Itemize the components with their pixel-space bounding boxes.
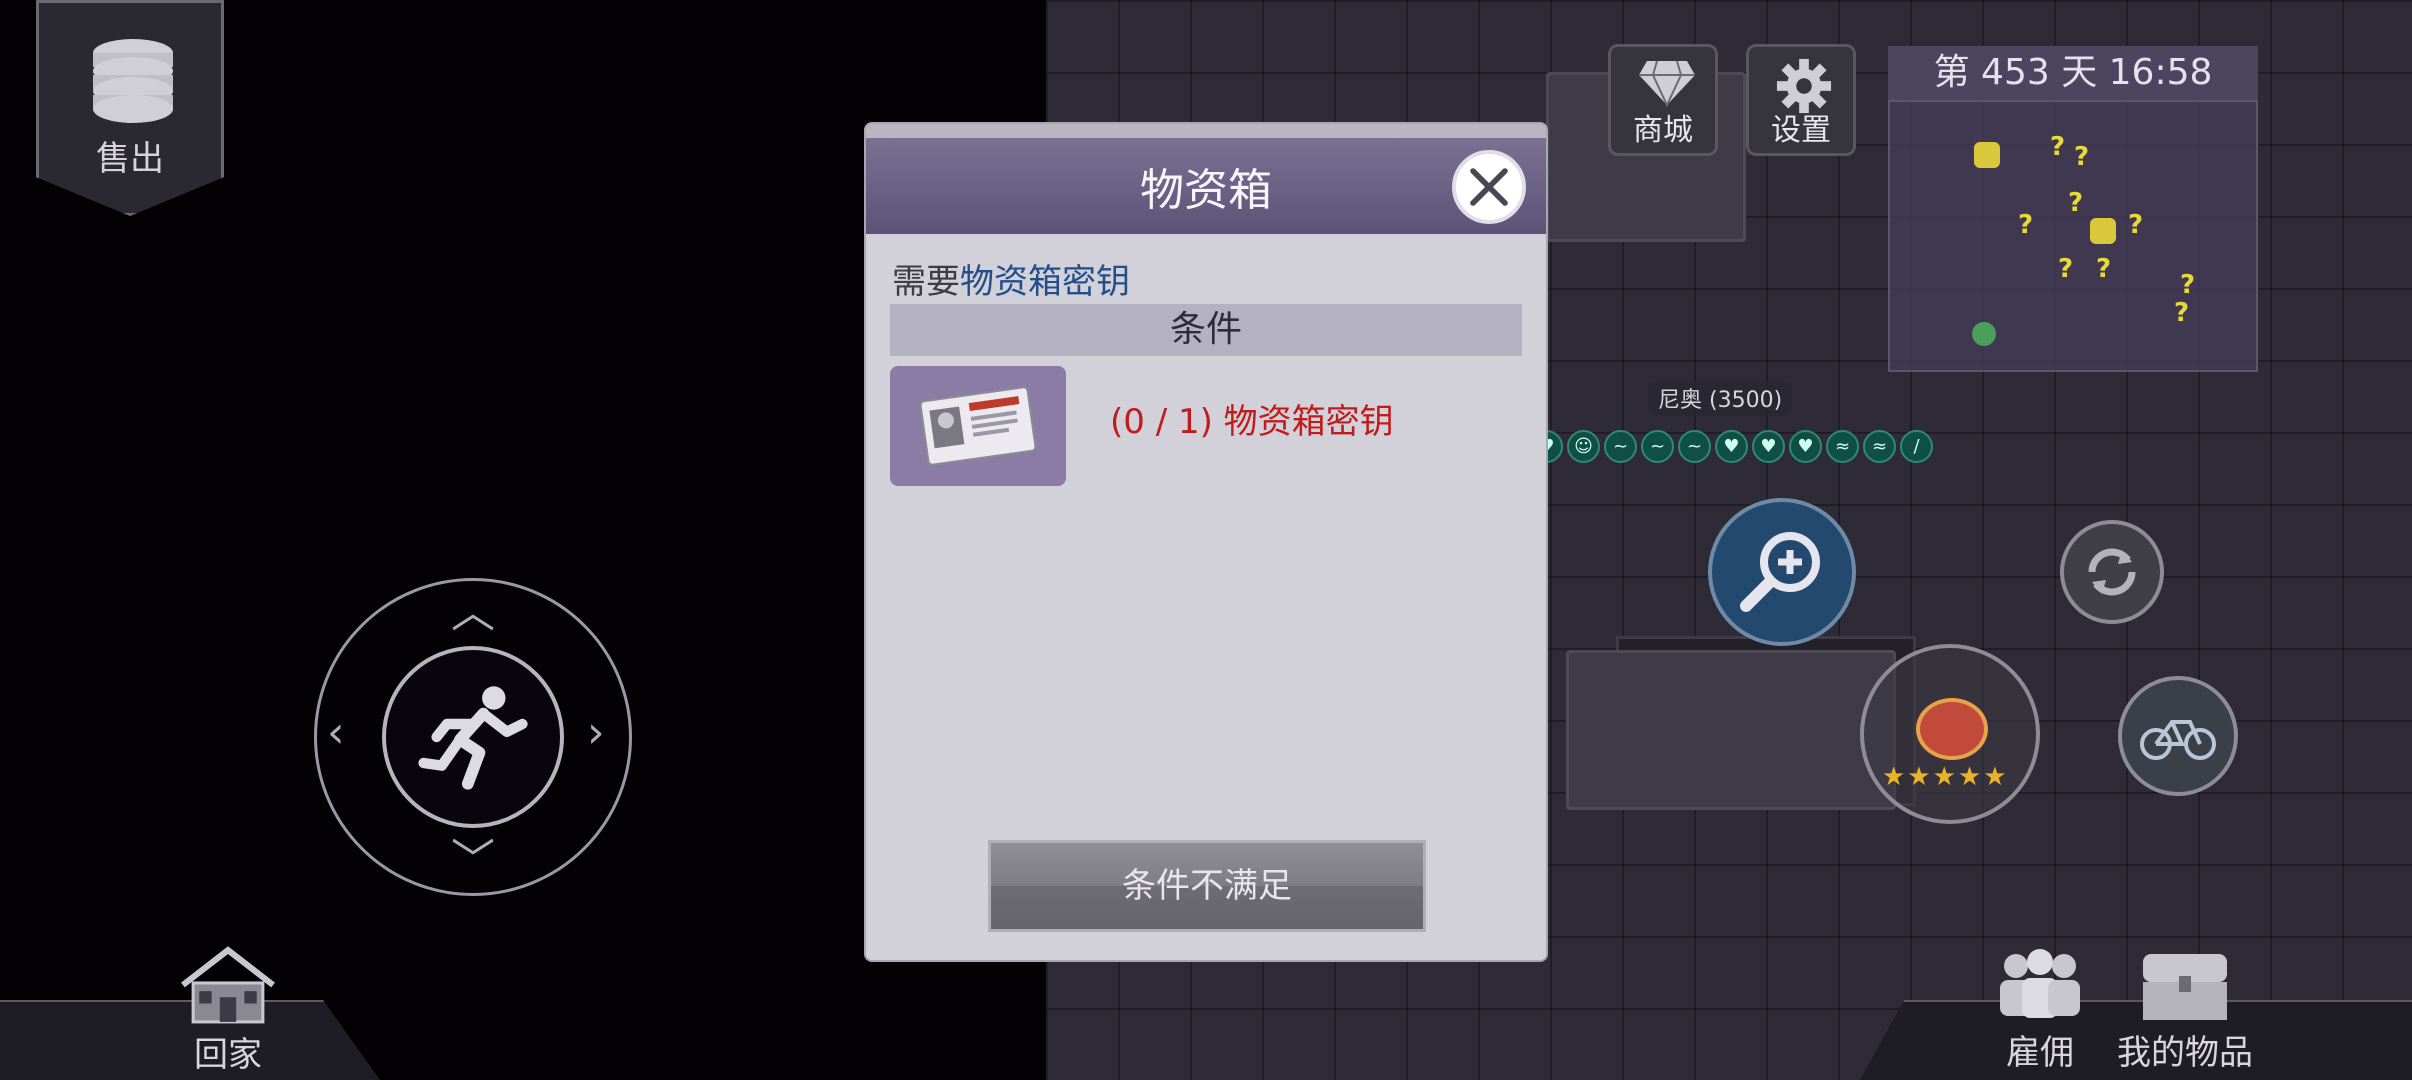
arrow-left-icon: ‹ [327, 707, 345, 758]
quest-marker-icon: ? [2128, 210, 2144, 240]
heart-icon: ♥ [1715, 430, 1748, 463]
settings-label: 设置 [1771, 113, 1831, 148]
status-effect-icon: ≈ [1863, 430, 1896, 463]
people-group-icon [2000, 949, 2080, 1018]
conditions-header: 条件 [890, 304, 1522, 356]
swap-button[interactable] [2060, 520, 2164, 624]
home-label: 回家 [194, 1035, 262, 1075]
weapon-item-icon [1916, 698, 1988, 760]
my-items-button[interactable]: 我的物品 [2110, 944, 2260, 1074]
chest-icon [2143, 954, 2227, 1020]
requirement-text: 需要物资箱密钥 [892, 254, 1130, 303]
status-effect-icon: / [1900, 430, 1933, 463]
home-button[interactable]: 回家 [168, 944, 288, 1076]
diamond-icon [1639, 60, 1695, 107]
quest-marker-icon: ? [2058, 254, 2074, 284]
shop-label: 商城 [1633, 113, 1693, 148]
status-effect-icon: ~ [1604, 430, 1637, 463]
running-man-icon [418, 686, 528, 790]
quest-marker-icon: ? [2018, 210, 2034, 240]
quest-marker-icon: ? [2074, 142, 2090, 172]
required-item-slot[interactable] [890, 366, 1066, 486]
puzzle-icon [1974, 142, 2000, 168]
sell-button[interactable]: 售出 [36, 0, 224, 216]
status-effect-icon: ~ [1678, 430, 1711, 463]
supply-box-dialog: 物资箱 需要物资箱密钥 条件 (0 / 1) 物资箱密钥 条件不满足 [866, 124, 1546, 960]
shop-button[interactable]: 商城 [1608, 44, 1718, 156]
quest-marker-icon: ? [2068, 188, 2084, 218]
status-effect-icon: ☺ [1567, 430, 1600, 463]
conditions-not-met-button[interactable]: 条件不满足 [988, 840, 1426, 932]
status-effect-row: ♥ ☺ ~ ~ ~ ♥ ♥ ♥ ≈ ≈ / [1530, 430, 1933, 464]
arrow-right-icon: › [587, 707, 605, 758]
quest-marker-icon: ? [2174, 298, 2190, 328]
coin-stack-icon [93, 39, 173, 123]
minimap[interactable]: ? ? ? ? ? ? ? ? ? [1888, 100, 2258, 372]
rating-stars-icon: ★★★★★ [1882, 762, 2009, 792]
status-effect-icon: ~ [1641, 430, 1674, 463]
status-effect-icon: ≈ [1826, 430, 1859, 463]
puzzle-icon [2090, 218, 2116, 244]
quest-marker-icon: ? [2050, 132, 2066, 162]
item-requirement-status: (0 / 1) 物资箱密钥 [1110, 402, 1394, 442]
requirement-item-link[interactable]: 物资箱密钥 [960, 262, 1130, 302]
day-time-display: 第 453 天 16:58 [1888, 46, 2258, 100]
refresh-icon [2088, 548, 2136, 596]
arrow-down-icon: ﹀ [451, 835, 495, 886]
quest-marker-icon: ? [2096, 254, 2112, 284]
quest-marker-icon: ? [2180, 270, 2196, 300]
close-button[interactable] [1452, 150, 1526, 224]
weapon-slot[interactable]: ★★★★★ [1860, 644, 2040, 824]
magnifier-plus-icon [1740, 532, 1820, 612]
id-card-icon [919, 386, 1037, 466]
hire-label: 雇佣 [2006, 1033, 2074, 1073]
requirement-prefix: 需要 [892, 262, 960, 302]
npc-name-label: 尼奥 (3500) [1648, 380, 1793, 416]
dialog-title: 物资箱 [1140, 165, 1272, 216]
arrow-up-icon: ︿ [451, 587, 495, 638]
zoom-in-button[interactable] [1708, 498, 1856, 646]
hire-button[interactable]: 雇佣 [1980, 944, 2100, 1074]
vehicle-slot[interactable] [2118, 676, 2238, 796]
bicycle-icon [2140, 720, 2216, 760]
heart-icon: ♥ [1789, 430, 1822, 463]
movement-joystick[interactable]: ︿ ﹀ ‹ › [314, 578, 632, 896]
my-items-label: 我的物品 [2117, 1033, 2253, 1073]
house-icon [181, 946, 275, 1024]
sell-label: 售出 [96, 139, 164, 179]
settings-button[interactable]: 设置 [1746, 44, 1856, 156]
close-icon [1470, 168, 1508, 206]
sprint-button[interactable] [382, 646, 564, 828]
player-marker-icon [1972, 322, 1996, 346]
heart-icon: ♥ [1752, 430, 1785, 463]
